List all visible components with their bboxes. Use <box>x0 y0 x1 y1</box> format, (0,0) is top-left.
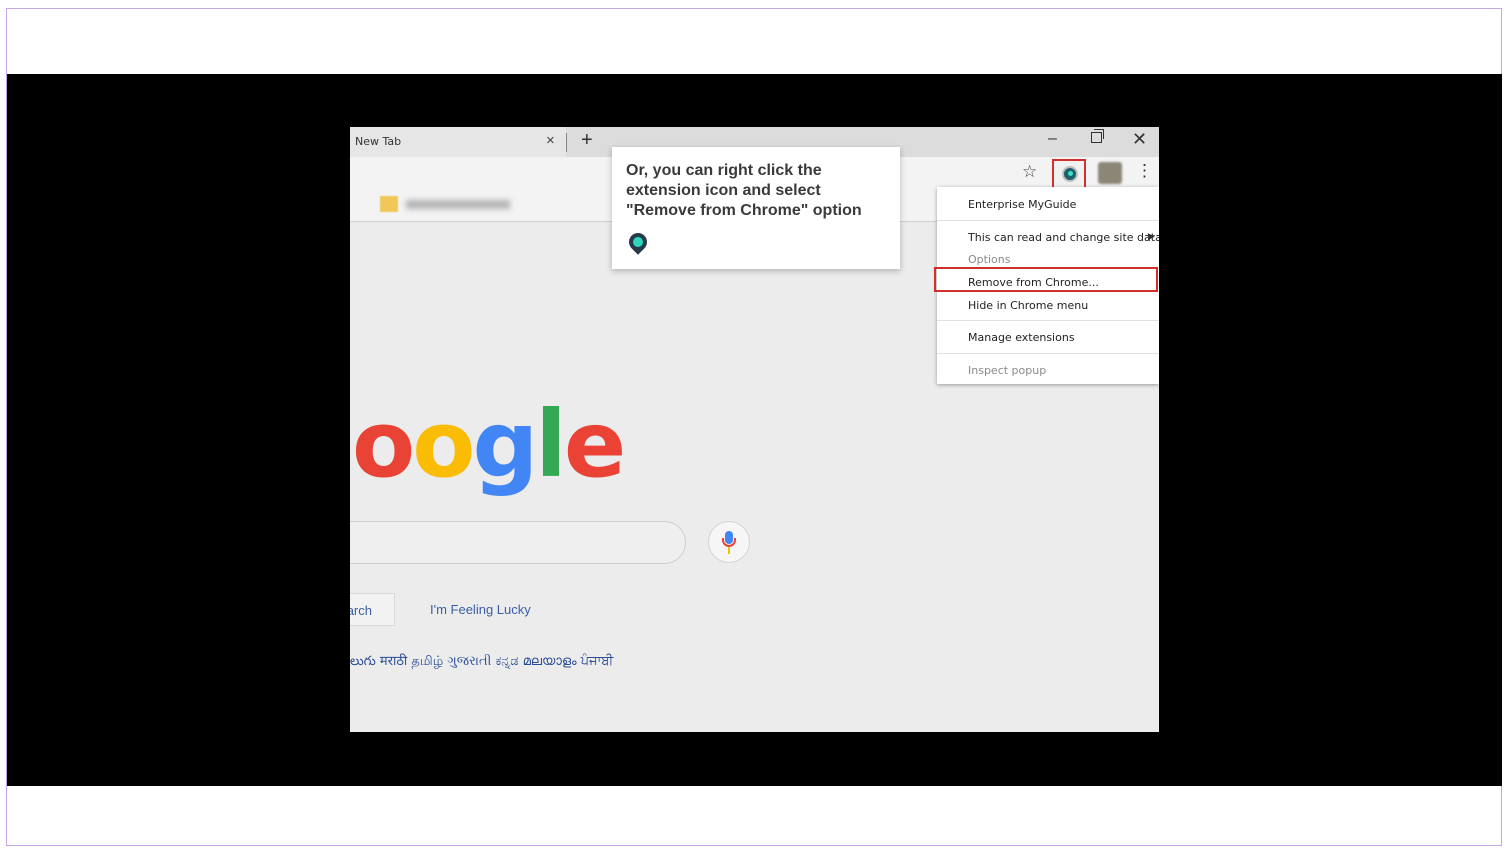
bookmark-label-blurred[interactable] <box>406 200 510 209</box>
google-search-button-label: arch <box>350 603 372 618</box>
callout-text: Or, you can right click the extension ic… <box>626 162 862 219</box>
myguide-pin-icon <box>625 229 651 255</box>
menu-item-options: Options <box>968 253 1011 266</box>
restore-icon[interactable] <box>1091 129 1104 143</box>
google-logo: oogle <box>352 395 626 495</box>
logo-letter-e: e <box>563 391 626 498</box>
bookmark-star-icon[interactable]: ☆ <box>1022 162 1037 182</box>
logo-letter-g: g <box>472 391 538 498</box>
new-tab-button[interactable]: + <box>581 129 593 152</box>
tab-title: New Tab <box>355 135 402 148</box>
menu-item-manage-extensions[interactable]: Manage extensions <box>968 331 1075 344</box>
tab-new-tab[interactable]: New Tab × <box>350 127 566 157</box>
microphone-icon <box>722 531 736 547</box>
submenu-arrow-icon: ▶ <box>1148 232 1155 242</box>
extension-button-highlight[interactable] <box>1052 159 1086 190</box>
bookmark-folder-icon[interactable] <box>380 196 398 212</box>
menu-item-site-data[interactable]: This can read and change site data <box>968 231 1159 244</box>
extension-context-menu: Enterprise MyGuide This can read and cha… <box>934 187 1159 384</box>
feeling-lucky-button[interactable]: I'm Feeling Lucky <box>430 602 531 617</box>
tab-separator <box>566 133 567 152</box>
google-search-input[interactable] <box>350 521 686 564</box>
logo-letter-l: l <box>535 391 567 498</box>
menu-divider <box>937 220 1159 221</box>
menu-item-hide-in-menu[interactable]: Hide in Chrome menu <box>968 299 1088 312</box>
remove-highlight-box <box>934 267 1158 292</box>
microphone-stand <box>728 547 730 554</box>
voice-search-button[interactable] <box>708 521 750 563</box>
logo-letter-o: o <box>352 391 415 498</box>
close-window-button[interactable]: ✕ <box>1132 129 1147 150</box>
logo-letter-o2: o <box>412 391 475 498</box>
menu-item-extension-name[interactable]: Enterprise MyGuide <box>968 198 1076 211</box>
myguide-extension-icon[interactable] <box>1062 166 1078 182</box>
language-links[interactable]: లుగు मराठी தமிழ் ગુજરાતી ಕನ್ನಡ മലയാളം ਪੰ… <box>350 651 613 672</box>
menu-item-inspect-popup: Inspect popup <box>968 364 1047 377</box>
menu-divider <box>937 320 1159 321</box>
menu-divider <box>937 353 1159 354</box>
minimize-button[interactable]: – <box>1048 130 1057 148</box>
profile-avatar[interactable] <box>1098 162 1122 184</box>
chrome-menu-icon[interactable]: ⋮ <box>1136 162 1153 179</box>
tutorial-callout: Or, you can right click the extension ic… <box>612 147 900 269</box>
google-search-button[interactable]: arch <box>350 593 395 626</box>
tab-close-icon[interactable]: × <box>546 132 555 149</box>
